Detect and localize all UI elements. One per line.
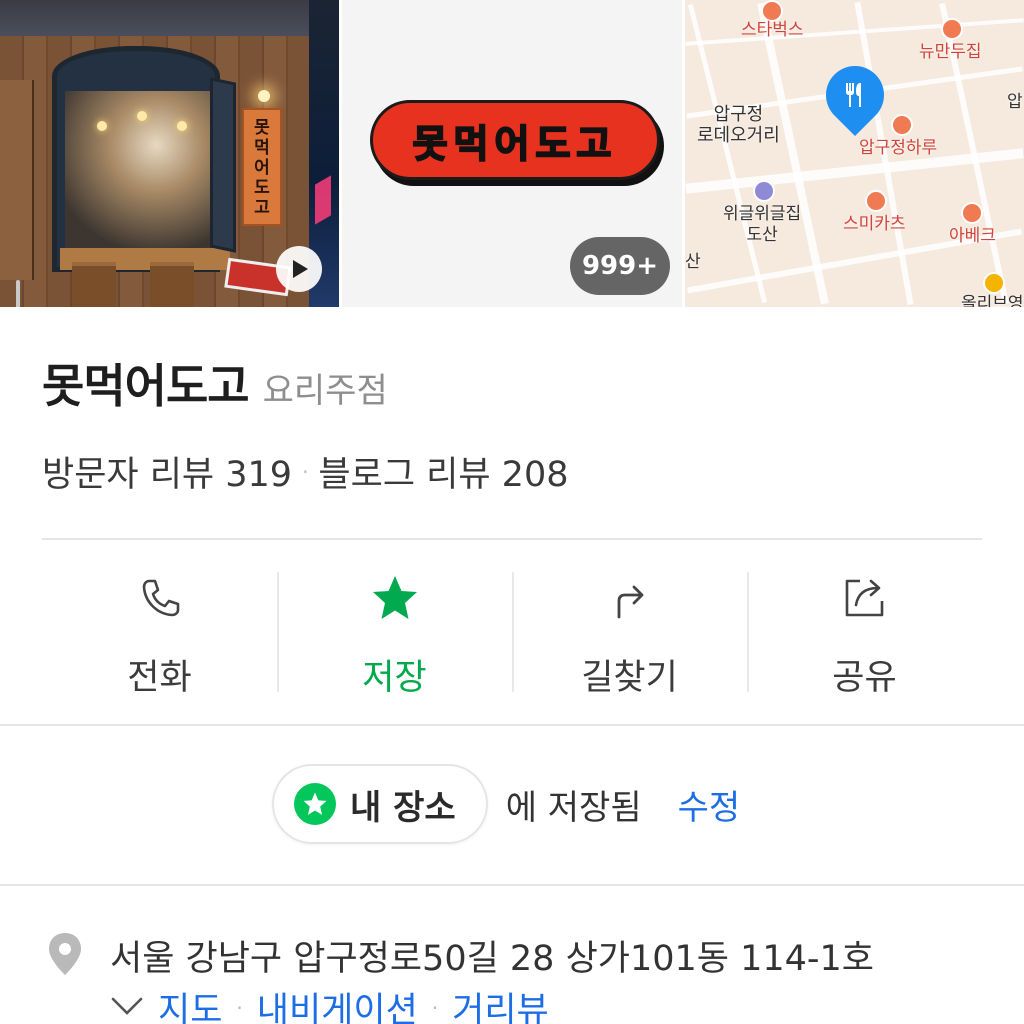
visitor-reviews-link[interactable]: 방문자 리뷰 319 bbox=[42, 446, 292, 497]
title-row: 못먹어도고 요리주점 bbox=[42, 350, 388, 416]
storefront-roof bbox=[0, 0, 312, 36]
store-poi-icon bbox=[983, 272, 1005, 294]
restaurant-poi-icon bbox=[941, 18, 963, 40]
map-label-bottom: 올리브영 bbox=[961, 294, 1024, 307]
navigation-link[interactable]: 내비게이션 bbox=[257, 982, 418, 1024]
restaurant-logo: 못먹어도고 bbox=[370, 100, 660, 180]
separator-dot: · bbox=[302, 459, 309, 484]
storefront-lamp bbox=[258, 90, 270, 102]
share-label: 공유 bbox=[832, 658, 897, 698]
street-view-link[interactable]: 거리뷰 bbox=[452, 982, 549, 1024]
restaurant-poi-icon bbox=[865, 190, 887, 212]
stool bbox=[150, 262, 194, 307]
chevron-down-icon[interactable] bbox=[110, 994, 144, 1022]
sign-text: 못먹어도고 bbox=[254, 118, 270, 218]
my-places-label: 내 장소 bbox=[350, 787, 456, 828]
share-button[interactable]: 공유 bbox=[747, 560, 982, 700]
map-label-san: 산 bbox=[685, 252, 701, 272]
photo-strip: 못먹어도고 못먹어도고 999+ 스타벅스 뉴만두집 압 압구정 로데오거리 압… bbox=[0, 0, 1024, 307]
review-row: 방문자 리뷰 319 · 블로그 리뷰 208 bbox=[42, 446, 568, 497]
divider bbox=[0, 724, 1024, 726]
directions-button[interactable]: 길찾기 bbox=[512, 560, 747, 700]
map-label-partial: 압 bbox=[1007, 92, 1023, 112]
my-places-chip[interactable]: 내 장소 bbox=[272, 764, 488, 844]
location-marker-icon bbox=[46, 931, 84, 981]
map-thumbnail[interactable]: 스타벅스 뉴만두집 압 압구정 로데오거리 압구정하루 위글위글집 도산 스미카… bbox=[685, 0, 1024, 307]
fork-knife-icon bbox=[835, 80, 875, 116]
logo-photo[interactable]: 못먹어도고 999+ bbox=[342, 0, 682, 307]
place-name: 못먹어도고 bbox=[42, 359, 250, 413]
edit-link[interactable]: 수정 bbox=[678, 780, 741, 829]
map-label-wiggle: 위글위글집 도산 bbox=[723, 204, 802, 245]
stool bbox=[72, 262, 116, 307]
map-label-apgujeonghaaru: 압구정하루 bbox=[859, 138, 938, 158]
divider bbox=[42, 538, 982, 540]
storefront-shutter bbox=[210, 77, 236, 253]
star-icon bbox=[367, 570, 423, 625]
map-label-abeke: 아베크 bbox=[949, 226, 996, 246]
storefront-window bbox=[52, 46, 220, 272]
address-text[interactable]: 서울 강남구 압구정로50길 28 상가101동 114-1호 bbox=[110, 930, 874, 981]
map-link[interactable]: 지도 bbox=[158, 982, 222, 1024]
directions-label: 길찾기 bbox=[581, 658, 678, 698]
map-label-starbucks: 스타벅스 bbox=[741, 20, 804, 40]
call-label: 전화 bbox=[127, 658, 192, 698]
save-label: 저장 bbox=[362, 658, 427, 698]
shop-poi-icon bbox=[753, 180, 775, 202]
blog-reviews-link[interactable]: 블로그 리뷰 208 bbox=[318, 446, 568, 497]
map-label-rodeo: 압구정 로데오거리 bbox=[697, 104, 780, 146]
share-icon bbox=[837, 570, 893, 625]
divider bbox=[0, 884, 1024, 886]
restaurant-poi-icon bbox=[961, 202, 983, 224]
storefront-sign: 못먹어도고 bbox=[242, 108, 282, 226]
star-badge-icon bbox=[294, 783, 336, 825]
address-row: 서울 강남구 압구정로50길 28 상가101동 114-1호 bbox=[46, 930, 874, 981]
phone-icon bbox=[132, 570, 188, 625]
cafe-poi-icon bbox=[761, 0, 783, 22]
map-label-sumikatsu: 스미카츠 bbox=[843, 214, 906, 234]
call-button[interactable]: 전화 bbox=[42, 560, 277, 700]
logo-text: 못먹어도고 bbox=[412, 121, 618, 167]
directions-icon bbox=[602, 570, 658, 625]
saved-row: 내 장소 에 저장됨 수정 bbox=[272, 764, 740, 844]
place-category: 요리주점 bbox=[262, 371, 388, 411]
play-video-icon[interactable] bbox=[276, 246, 322, 292]
action-bar: 전화 저장 길찾기 공유 bbox=[42, 560, 982, 700]
save-button[interactable]: 저장 bbox=[277, 560, 512, 700]
storefront-door bbox=[0, 80, 34, 307]
saved-status-text: 에 저장됨 bbox=[505, 787, 642, 828]
map-label-newmandu: 뉴만두집 bbox=[919, 42, 982, 62]
storefront-photo[interactable]: 못먹어도고 bbox=[0, 0, 339, 307]
photo-count-badge[interactable]: 999+ bbox=[569, 237, 670, 295]
separator-dot: · bbox=[236, 995, 243, 1020]
separator-dot: · bbox=[431, 995, 439, 1020]
address-links: 지도 · 내비게이션 · 거리뷰 bbox=[110, 982, 549, 1024]
restaurant-poi-icon bbox=[891, 114, 913, 136]
